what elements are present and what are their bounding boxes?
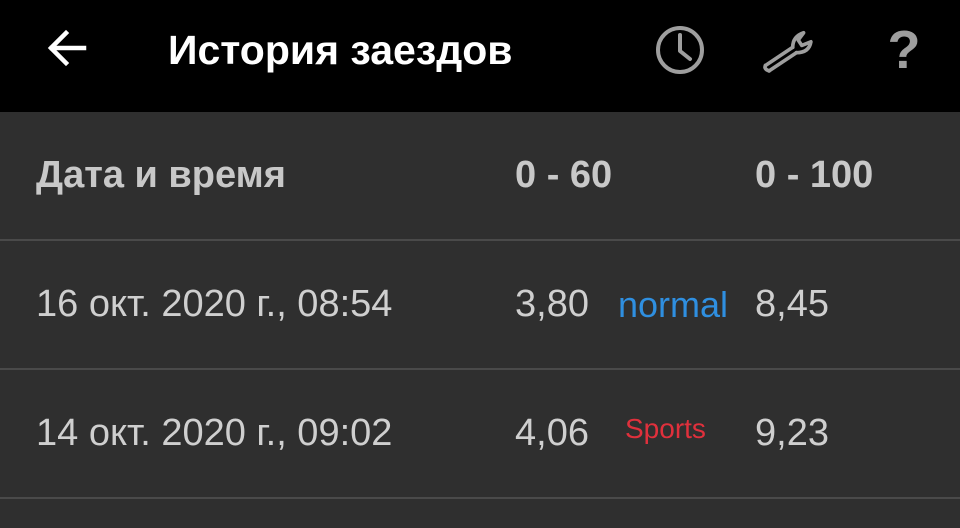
help-button[interactable]: ? (874, 20, 934, 80)
drive-mode-badge: normal (618, 284, 729, 325)
help-icon: ? (887, 20, 921, 80)
time-0-100: 8,45 (755, 283, 829, 325)
arrow-back-icon (47, 29, 87, 67)
run-date: 14 окт. 2020 г., 09:02 (36, 412, 393, 454)
app-bar: История заездов ? (0, 0, 960, 112)
table-header-row: Дата и время 0 - 60 0 - 100 (0, 112, 960, 241)
settings-button[interactable] (760, 20, 820, 80)
column-header-0-60: 0 - 60 (515, 154, 613, 196)
race-history-table: Дата и время 0 - 60 0 - 100 16 окт. 2020… (0, 112, 960, 528)
wrench-icon (763, 30, 813, 73)
history-button[interactable] (650, 20, 710, 80)
time-0-60: 4,06 (515, 412, 589, 454)
table-row[interactable]: 14 окт. 2020 г., 09:02 4,06 Sports 9,23 (0, 370, 960, 499)
table-row[interactable]: 16 окт. 2020 г., 08:54 3,80 normal 8,45 (0, 241, 960, 370)
column-header-date: Дата и время (36, 154, 286, 196)
time-0-100: 9,23 (755, 412, 829, 454)
clock-icon (656, 26, 704, 74)
run-date: 16 окт. 2020 г., 08:54 (36, 283, 393, 325)
drive-mode-badge: Sports (625, 413, 706, 444)
back-button[interactable] (38, 24, 94, 72)
page-title: История заездов (168, 27, 513, 73)
time-0-60: 3,80 (515, 283, 589, 325)
column-header-0-100: 0 - 100 (755, 154, 874, 196)
